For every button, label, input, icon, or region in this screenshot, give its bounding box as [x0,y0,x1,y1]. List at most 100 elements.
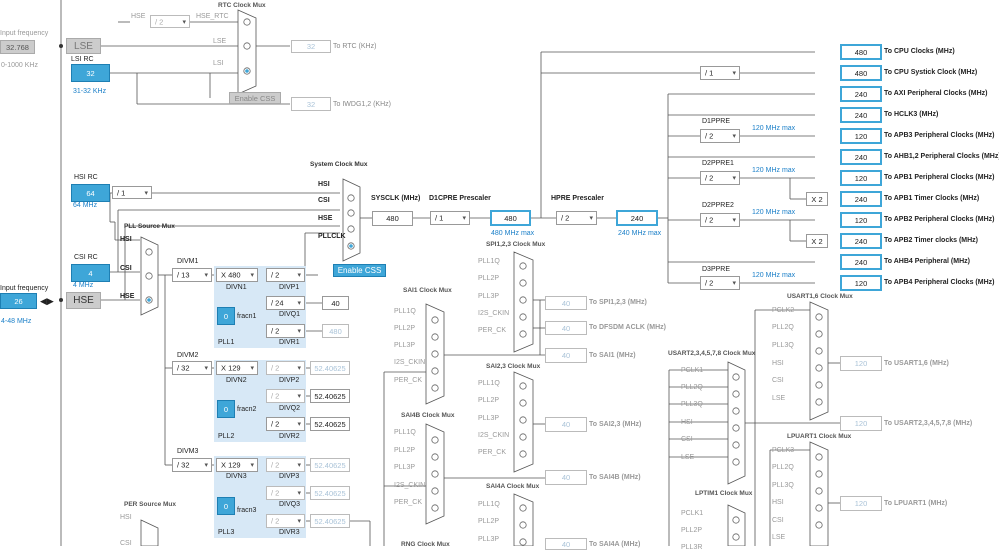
fracn2-value[interactable]: 0 [217,400,235,418]
lpuart1-input-0: PCLK3 [772,447,795,454]
output-value[interactable]: 480 [840,65,882,81]
lpuart1-input-2: PLL3Q [772,482,794,489]
per-source-mux-label: PER Source Mux [124,501,177,508]
output-label: To CPU Systick Clock (MHz) [884,69,978,76]
output-value[interactable]: 240 [840,233,882,249]
divq1-output: 40 [322,296,349,310]
divn2-label: DIVN2 [226,377,247,384]
output-value[interactable]: 240 [840,107,882,123]
d3ppre-label: D3PPRE [702,266,731,273]
divm3-dropdown[interactable]: / 32 ▾ [172,458,212,472]
usart2-input-3: HSI [681,419,693,426]
sai4b-output-label: To SAI4B (MHz) [589,474,641,481]
d1ppre-value: / 2 [705,131,714,141]
divp3-dropdown[interactable]: / 2 ▾ [266,458,305,472]
hclk-value[interactable]: 240 [616,210,658,226]
usart2-mux-label: USART2,3,4,5,7,8 Clock Mux [668,350,756,357]
rtc-enable-css-button[interactable]: Enable CSS [229,92,281,104]
hsi-divider-dropdown[interactable]: / 1 ▾ [112,186,152,199]
rtc-hse-divider-dropdown[interactable]: / 2 ▾ [150,15,190,28]
chevron-down-icon: ▾ [297,462,301,469]
output-value[interactable]: 120 [840,170,882,186]
cpu-clock-value[interactable]: 480 [490,210,531,226]
divn1-dropdown[interactable]: X 480 ▾ [216,268,258,282]
divq2-dropdown[interactable]: / 2 ▾ [266,389,305,403]
usart16-mux-label: USART1,6 Clock Mux [787,293,853,300]
sai23-input-4: PER_CK [478,449,507,456]
systick-divider-dropdown[interactable]: / 1 ▾ [700,66,740,80]
output-value[interactable]: 240 [840,149,882,165]
output-value[interactable]: 120 [840,128,882,144]
chevron-down-icon: ▾ [250,462,254,469]
divr3-label: DIVR3 [279,529,300,536]
spi-input-1: PLL2P [478,275,500,282]
rtc-lse-label: LSE [213,38,227,45]
divn2-value: X 129 [221,363,241,373]
hse-frequency-input[interactable]: 26 [0,293,37,309]
divq3-output: 52.40625 [310,486,350,500]
fracn1-value[interactable]: 0 [217,307,235,325]
output-value[interactable]: 120 [840,212,882,228]
hpre-dropdown[interactable]: / 2 ▾ [556,211,597,225]
divr1-value: / 2 [271,326,280,336]
divq2-value: / 2 [271,391,280,401]
divr2-label: DIVR2 [279,433,300,440]
output-value[interactable]: 240 [840,191,882,207]
hse-range-label: 4-48 MHz [1,318,32,325]
usart2-input-1: PLL2Q [681,384,703,391]
hse-button[interactable]: HSE [66,292,101,309]
lse-frequency-input[interactable]: 32.768 [0,40,35,54]
sysmux-enable-css-button[interactable]: Enable CSS [333,264,386,277]
divr1-dropdown[interactable]: / 2 ▾ [266,324,305,338]
rtc-hse-divider-value: / 2 [155,17,164,26]
divp3-value: / 2 [271,460,280,470]
divr2-output: 52.40625 [310,417,350,431]
rtc-output-label: To RTC (KHz) [333,43,377,50]
sai4b-input-0: PLL1Q [394,429,416,436]
sai1-input-2: PLL3P [394,342,416,349]
d3ppre-value: / 2 [705,278,714,288]
d3ppre-dropdown[interactable]: / 2 ▾ [700,276,740,290]
usart16-input-2: PLL3Q [772,342,794,349]
sysmux-pllclk-label: PLLCLK [318,233,346,240]
iwdg-output-value: 32 [291,97,331,111]
divn2-dropdown[interactable]: X 129 ▾ [216,361,258,375]
output-value[interactable]: 480 [840,44,882,60]
sai23-input-0: PLL1Q [478,380,500,387]
output-value[interactable]: 240 [840,86,882,102]
d2ppre1-dropdown[interactable]: / 2 ▾ [700,171,740,185]
d1cpre-prescaler-label: D1CPRE Prescaler [429,195,491,202]
d1ppre-max-label: 120 MHz max [752,125,796,132]
chevron-down-icon: ▾ [144,189,148,197]
divr3-dropdown[interactable]: / 2 ▾ [266,514,305,528]
pllsrc-hse-label: HSE [120,293,135,300]
d1cpre-dropdown[interactable]: / 1 ▾ [430,211,470,225]
divr1-label: DIVR1 [279,339,300,346]
d1ppre-dropdown[interactable]: / 2 ▾ [700,129,740,143]
divq3-value: / 2 [271,488,280,498]
divm1-value: / 13 [177,270,190,280]
divn3-dropdown[interactable]: X 129 ▾ [216,458,258,472]
d2ppre2-dropdown[interactable]: / 2 ▾ [700,213,740,227]
divq3-dropdown[interactable]: / 2 ▾ [266,486,305,500]
hsi-divider-value: / 1 [117,188,126,197]
chevron-down-icon: ▾ [204,365,208,372]
divr2-dropdown[interactable]: / 2 ▾ [266,417,305,431]
fracn3-value[interactable]: 0 [217,497,235,515]
lpuart1-input-3: HSI [772,499,784,506]
sai4b-output-value: 40 [545,470,587,485]
d3ppre-max-label: 120 MHz max [752,272,796,279]
output-value[interactable]: 240 [840,254,882,270]
divp2-dropdown[interactable]: / 2 ▾ [266,361,305,375]
output-value[interactable]: 120 [840,275,882,291]
divq1-value: / 24 [271,298,284,308]
divp1-dropdown[interactable]: / 2 ▾ [266,268,305,282]
divm1-label: DIVM1 [177,258,199,265]
chevron-down-icon: ▾ [297,518,301,525]
lptim1-input-0: PCLK1 [681,510,704,517]
lse-button[interactable]: LSE [66,38,101,54]
divm1-dropdown[interactable]: / 13 ▾ [172,268,212,282]
divq1-dropdown[interactable]: / 24 ▾ [266,296,305,310]
divm2-dropdown[interactable]: / 32 ▾ [172,361,212,375]
divr3-output: 52.40625 [310,514,350,528]
